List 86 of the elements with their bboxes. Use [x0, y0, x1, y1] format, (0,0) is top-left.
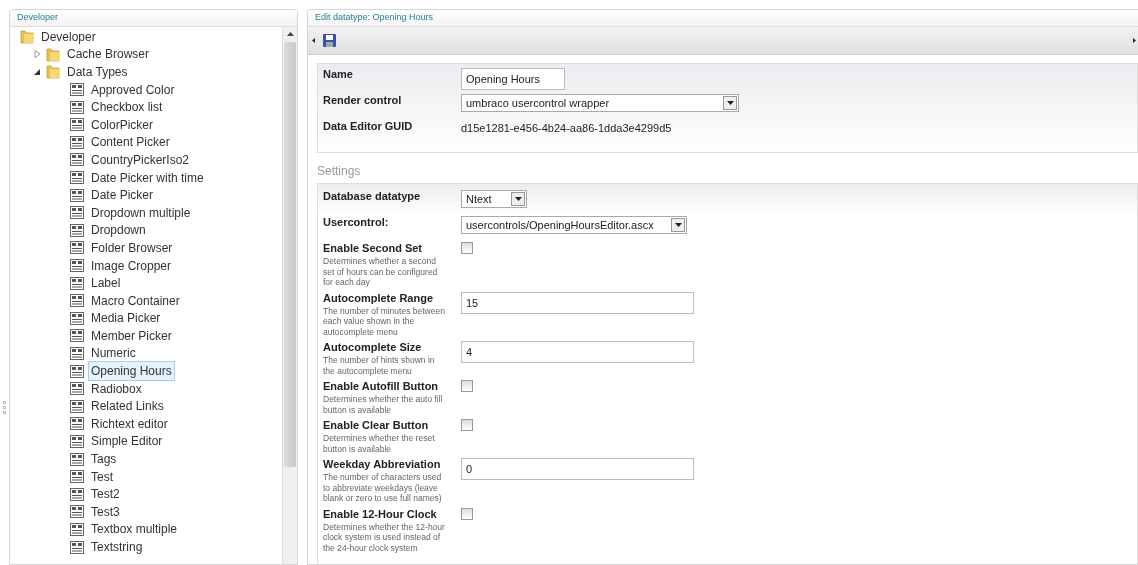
scrollbar[interactable]	[282, 27, 297, 564]
dropdown-caret-icon[interactable]	[723, 96, 737, 110]
collapsed-arrow-icon[interactable]	[34, 50, 42, 59]
field-description: Determines whether a second set of hours can be configured for each day	[323, 256, 439, 288]
datatype-icon	[70, 399, 84, 413]
datatype-icon	[70, 311, 84, 325]
scroll-left-icon[interactable]	[312, 38, 315, 43]
datatype-icon	[70, 364, 84, 378]
section-heading: Settings	[317, 163, 362, 180]
field-label: Data Editor GUID	[323, 120, 414, 133]
field-label: Usercontrol:	[323, 216, 390, 229]
tree-item[interactable]: Developer	[38, 27, 99, 47]
datatype-icon	[70, 118, 84, 132]
field-description: The number of hints shown in the autocomplete menu	[323, 355, 436, 376]
tree-item[interactable]: Simple Editor	[88, 431, 166, 452]
folder-icon	[46, 64, 60, 80]
datatype-icon	[70, 540, 84, 554]
dropdown[interactable]: usercontrols/OpeningHoursEditor.ascx	[461, 216, 687, 234]
field-label: Enable Second Set	[323, 242, 424, 255]
datatype-icon	[70, 100, 84, 114]
field-label: Database datatype	[323, 190, 422, 203]
datatype-icon	[70, 417, 84, 431]
folder-icon	[20, 29, 34, 45]
checkbox[interactable]	[461, 507, 473, 520]
field-label: Name	[323, 68, 354, 81]
tree-item[interactable]: Cache Browser	[64, 44, 153, 65]
datatype-icon	[70, 241, 84, 255]
tree-item[interactable]: Date Picker with time	[88, 167, 207, 188]
datatype-icon	[70, 522, 84, 536]
scroll-up-icon[interactable]	[286, 32, 294, 36]
text-field[interactable]: Opening Hours	[461, 68, 565, 90]
guid-text: d15e1281-e456-4b24-aa86-1dda3e4299d5	[461, 121, 672, 136]
tree-item[interactable]: Textbox multiple	[88, 519, 181, 540]
datatype-icon	[70, 188, 84, 202]
tree-item[interactable]: Image Cropper	[88, 255, 175, 276]
datatype-icon	[70, 259, 84, 272]
field-label: Weekday Abbreviation	[323, 458, 442, 471]
datatype-icon	[70, 171, 84, 185]
datatype-icon	[70, 329, 84, 343]
field-description: Determines whether the 12-hour clock system is used instead of the 24-hour clock system	[323, 521, 446, 553]
datatype-icon	[70, 452, 84, 466]
field-label: Autocomplete Size	[323, 341, 423, 354]
tree-item[interactable]: Numeric	[88, 343, 139, 364]
folder-icon	[46, 46, 60, 62]
field-description: The number of minutes between each value shown in the autocomplete menu	[323, 305, 446, 337]
checkbox[interactable]	[461, 419, 473, 431]
datatype-icon	[70, 294, 84, 308]
dropdown[interactable]: Ntext	[461, 190, 527, 208]
datatype-icon	[70, 153, 84, 167]
save-icon[interactable]	[323, 34, 336, 47]
dropdown-caret-icon[interactable]	[511, 192, 525, 206]
text-field[interactable]: 4	[461, 341, 694, 363]
field-label: Enable Autofill Button	[323, 380, 440, 393]
datatype-icon	[70, 470, 84, 484]
datatype-icon	[70, 505, 84, 519]
text-field[interactable]: 15	[461, 291, 694, 314]
panel-title: Edit datatype: Opening Hours	[308, 10, 1138, 27]
datatype-icon	[70, 487, 84, 501]
text-field[interactable]: 0	[461, 458, 694, 480]
resize-handle-icon[interactable]	[3, 400, 6, 414]
datatype-icon	[70, 223, 84, 237]
checkbox[interactable]	[461, 242, 473, 254]
checkbox[interactable]	[461, 380, 473, 392]
dropdown-caret-icon[interactable]	[671, 218, 685, 232]
datatype-icon	[70, 135, 84, 149]
datatype-icon	[70, 83, 84, 97]
field-description: Determines whether the reset button is available	[323, 433, 436, 454]
datatype-icon	[70, 382, 84, 396]
expanded-arrow-icon[interactable]	[34, 68, 42, 76]
field-label: Autocomplete Range	[323, 291, 434, 305]
field-label: Render control	[323, 94, 403, 107]
field-description: Determines whether the auto fill button is available	[323, 394, 444, 415]
panel-title: Developer	[10, 10, 297, 27]
datatype-icon	[70, 276, 84, 290]
tree-item[interactable]: Textstring	[88, 537, 146, 557]
tree-item[interactable]: Data Types	[64, 62, 131, 82]
datatype-icon	[70, 434, 84, 448]
dropdown[interactable]: umbraco usercontrol wrapper	[461, 94, 739, 112]
field-label: Enable Clear Button	[323, 419, 430, 432]
field-label: Enable 12-Hour Clock	[323, 507, 438, 521]
datatype-icon	[70, 206, 84, 220]
tree-item[interactable]: Approved Color	[88, 79, 178, 100]
scroll-right-icon[interactable]	[1133, 38, 1136, 43]
field-description: The number of characters used to abbreviate weekdays (leave blank or zero to use full names)	[323, 472, 443, 504]
tree-item[interactable]: Opening Hours	[88, 361, 175, 382]
datatype-icon	[70, 347, 84, 360]
